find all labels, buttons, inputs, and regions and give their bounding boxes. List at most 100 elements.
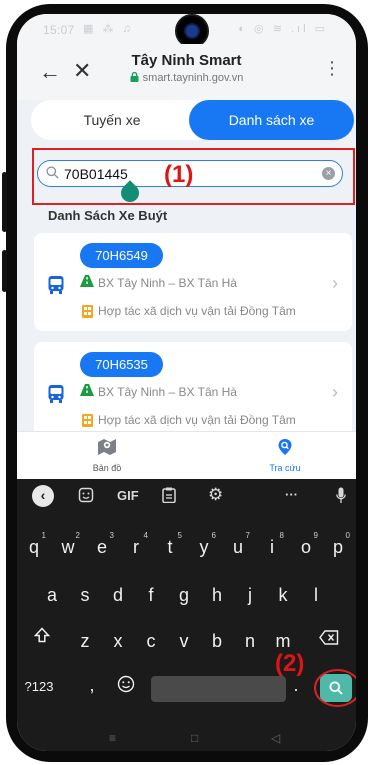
key-i-label: i bbox=[270, 537, 274, 557]
emoji-key[interactable] bbox=[111, 675, 141, 698]
system-navigation-bar: ≡ □ ◁ bbox=[17, 728, 356, 751]
status-time: 15:07 bbox=[43, 23, 75, 37]
key-hint: 2 bbox=[75, 531, 80, 540]
page-url: smart.tayninh.gov.vn bbox=[142, 72, 244, 84]
menu-icon[interactable]: ≡ bbox=[109, 731, 116, 745]
key-a[interactable]: a bbox=[37, 585, 67, 606]
nav-label-map: Bản đồ bbox=[92, 463, 122, 473]
shift-icon bbox=[33, 627, 51, 643]
home-icon[interactable]: □ bbox=[191, 731, 198, 745]
key-v[interactable]: v bbox=[169, 631, 199, 652]
browser-header: ← ✕ Tây Ninh Smart smart.tayninh.gov.vn … bbox=[17, 44, 356, 100]
key-hint: 8 bbox=[279, 531, 284, 540]
search-key-highlight-ring bbox=[314, 669, 356, 707]
route-text: BX Tây Ninh – BX Tân Hà bbox=[98, 276, 237, 290]
key-hint: 3 bbox=[109, 531, 114, 540]
key-g[interactable]: g bbox=[169, 585, 199, 606]
key-p-label: p bbox=[332, 537, 343, 557]
more-menu-icon[interactable]: ⋮ bbox=[323, 58, 341, 79]
key-w[interactable]: w2 bbox=[53, 531, 83, 558]
key-q[interactable]: q1 bbox=[19, 531, 49, 558]
key-e[interactable]: e3 bbox=[87, 531, 117, 558]
keyboard: ‹ GIF ⚙ ··· q1 w2 e3 r4 t5 y6 u7 i8 o9 p… bbox=[17, 479, 356, 728]
page-title: Tây Ninh Smart bbox=[131, 52, 242, 69]
key-hint: 4 bbox=[143, 531, 148, 540]
annotation-label-2: (2) bbox=[275, 650, 305, 677]
bus-icon bbox=[48, 276, 64, 294]
key-m[interactable]: m bbox=[268, 631, 298, 652]
key-l[interactable]: l bbox=[301, 585, 331, 606]
key-w-label: w bbox=[61, 537, 75, 557]
url-line: smart.tayninh.gov.vn bbox=[17, 72, 356, 84]
vehicle-card[interactable]: 70H6535 BX Tây Ninh – BX Tân Hà Hợp tác … bbox=[34, 342, 352, 440]
tab-vehicle-list[interactable]: Danh sách xe bbox=[189, 100, 354, 140]
key-hint: 5 bbox=[177, 531, 182, 540]
backspace-key[interactable] bbox=[314, 629, 344, 650]
gear-icon[interactable]: ⚙ bbox=[208, 485, 223, 505]
search-icon bbox=[46, 166, 59, 179]
key-r-label: r bbox=[133, 537, 139, 557]
key-f[interactable]: f bbox=[136, 585, 166, 606]
clear-icon[interactable]: × bbox=[322, 167, 335, 180]
key-d[interactable]: d bbox=[103, 585, 133, 606]
key-u[interactable]: u7 bbox=[223, 531, 253, 558]
route-text: BX Tây Ninh – BX Tân Hà bbox=[98, 385, 237, 399]
key-hint: 0 bbox=[345, 531, 350, 540]
key-r[interactable]: r4 bbox=[121, 531, 151, 558]
back-icon[interactable]: ◁ bbox=[271, 731, 280, 745]
section-title: Danh Sách Xe Buýt bbox=[48, 208, 168, 223]
bottom-navigation: Bản đồ Tra cứu bbox=[17, 431, 356, 479]
period-key[interactable]: . bbox=[286, 675, 306, 696]
backspace-icon bbox=[319, 630, 339, 645]
key-z[interactable]: z bbox=[70, 631, 100, 652]
key-hint: 9 bbox=[313, 531, 318, 540]
chevron-left-icon[interactable]: ‹ bbox=[32, 485, 54, 507]
clipboard-icon[interactable] bbox=[162, 487, 176, 506]
screen: 15:07 ▦ ⁂ ♫ ◐ ◎ ≋ .ıl ▭ ← ✕ Tây Ninh Sma… bbox=[17, 14, 356, 751]
more-button[interactable]: ··· bbox=[285, 487, 298, 502]
map-icon bbox=[98, 439, 116, 455]
microphone-icon[interactable] bbox=[336, 487, 346, 507]
system-status-icons: ◐ ◎ ≋ .ıl ▭ bbox=[238, 23, 328, 35]
key-n[interactable]: n bbox=[235, 631, 265, 652]
keyboard-toolbar: ‹ GIF ⚙ ··· bbox=[17, 479, 356, 513]
volume-button bbox=[2, 250, 7, 292]
key-j[interactable]: j bbox=[235, 585, 265, 606]
key-hint: 7 bbox=[245, 531, 250, 540]
key-x[interactable]: x bbox=[103, 631, 133, 652]
tab-routes[interactable]: Tuyến xe bbox=[31, 100, 193, 140]
key-s[interactable]: s bbox=[70, 585, 100, 606]
front-camera bbox=[175, 14, 209, 48]
nav-item-lookup[interactable]: Tra cứu bbox=[257, 438, 313, 473]
key-u-label: u bbox=[232, 537, 243, 557]
spacebar[interactable] bbox=[151, 676, 286, 702]
key-t[interactable]: t5 bbox=[155, 531, 185, 558]
nav-label-lookup: Tra cứu bbox=[269, 463, 301, 473]
key-i[interactable]: i8 bbox=[257, 531, 287, 558]
chevron-right-icon: › bbox=[332, 382, 338, 402]
key-y[interactable]: y6 bbox=[189, 531, 219, 558]
key-hint: 6 bbox=[211, 531, 216, 540]
plate-badge: 70H6535 bbox=[80, 352, 163, 377]
nav-item-map[interactable]: Bản đồ bbox=[79, 438, 135, 473]
symbols-key[interactable]: ?123 bbox=[19, 679, 59, 694]
key-h[interactable]: h bbox=[202, 585, 232, 606]
operator-text: Hợp tác xã dịch vụ vận tải Đồng Tâm bbox=[98, 304, 296, 318]
key-e-label: e bbox=[96, 537, 107, 557]
key-p[interactable]: p0 bbox=[323, 531, 353, 558]
comma-key[interactable]: , bbox=[77, 675, 107, 696]
vehicle-card[interactable]: 70H6549 BX Tây Ninh – BX Tân Hà Hợp tác … bbox=[34, 233, 352, 331]
key-c[interactable]: c bbox=[136, 631, 166, 652]
shift-key[interactable] bbox=[27, 627, 57, 648]
key-q-label: q bbox=[28, 537, 39, 557]
route-icon bbox=[80, 275, 94, 287]
key-hint: 1 bbox=[41, 531, 46, 540]
operator-icon bbox=[82, 305, 93, 318]
gif-button[interactable]: GIF bbox=[117, 488, 139, 503]
annotation-label-1: (1) bbox=[164, 161, 194, 188]
key-b[interactable]: b bbox=[202, 631, 232, 652]
sticker-icon[interactable] bbox=[78, 487, 94, 506]
emoji-icon bbox=[117, 675, 135, 693]
key-k[interactable]: k bbox=[268, 585, 298, 606]
key-o[interactable]: o9 bbox=[291, 531, 321, 558]
